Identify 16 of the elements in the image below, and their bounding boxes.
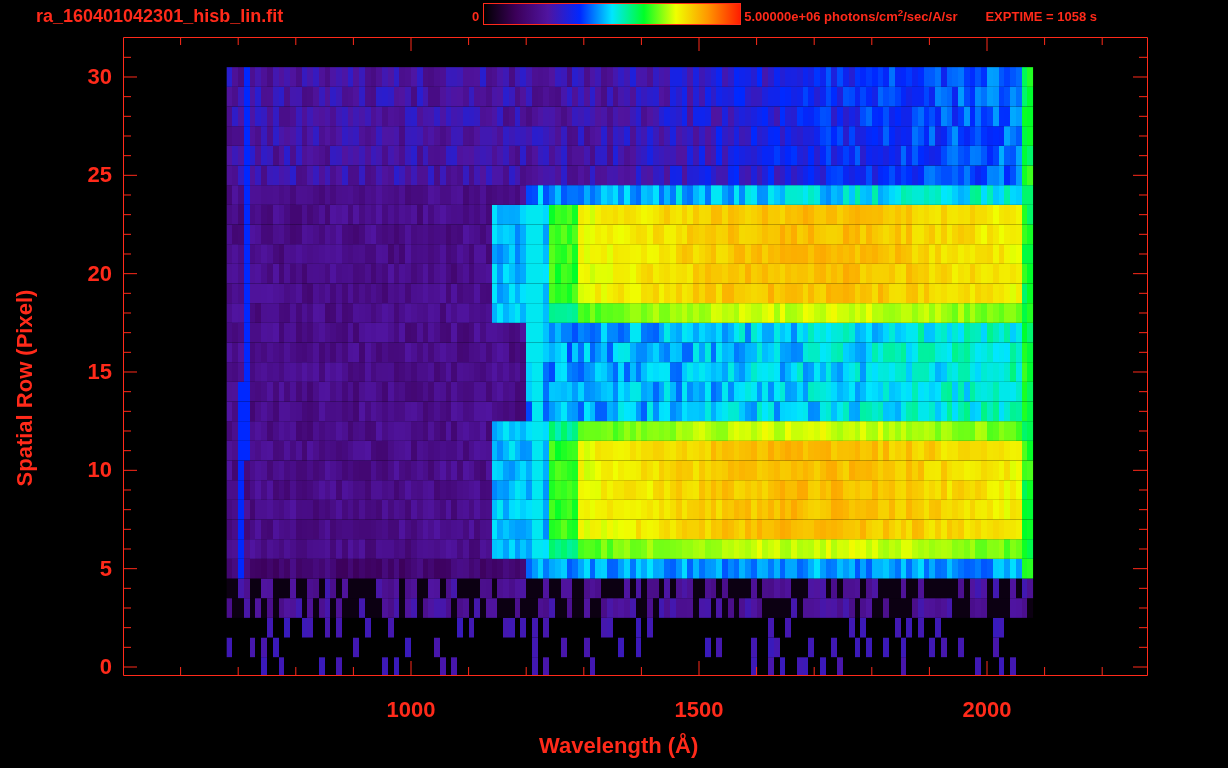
colorbar-min-label: 0 [472,7,480,26]
y-tick-label: 20 [87,262,112,285]
x-axis-title: Wavelength (Å) [539,735,699,757]
x-tick-label: 2000 [962,699,1012,721]
y-tick-label: 0 [99,656,112,678]
y-tick-label: 30 [87,66,112,88]
y-tick-label: 5 [99,557,112,580]
x-tick-label: 1000 [386,699,436,721]
exposure-time: EXPTIME = 1058 s [985,7,1098,26]
y-tick-label: 15 [87,361,112,383]
y-tick-label: 10 [87,459,112,482]
y-tick-label: 25 [87,164,112,187]
y-axis-title: Spatial Row (Pixel) [14,288,36,489]
colorbar-max-label: 5.00000e+06 photons/cm$^{2}$/sec/A/sr [744,6,958,26]
file-title: ra_160401042301_hisb_lin.fit [36,5,285,28]
x-tick-label: 1500 [674,699,724,721]
